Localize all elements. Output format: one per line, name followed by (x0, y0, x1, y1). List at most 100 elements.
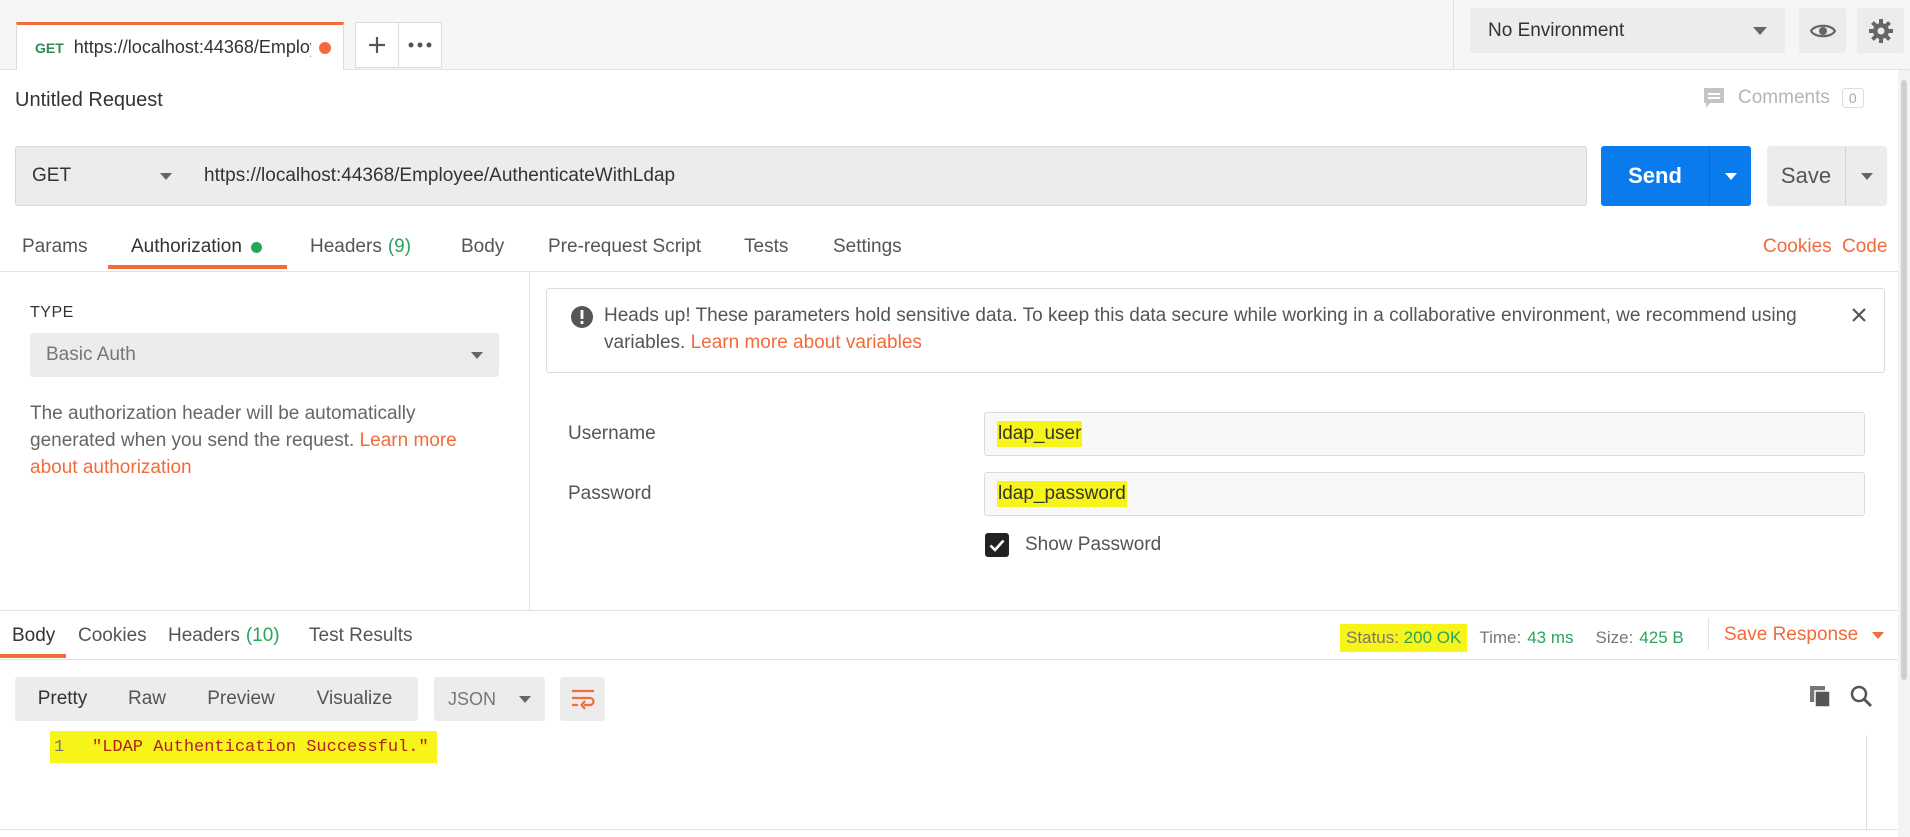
ellipsis-icon (408, 42, 432, 48)
save-label: Save (1780, 163, 1832, 188)
caret-down-icon (160, 172, 172, 180)
request-name[interactable]: Untitled Request (15, 89, 163, 112)
send-options-button[interactable] (1709, 146, 1751, 206)
response-meta: Status: 200 OK Time: 43 ms Size: 425 B (1340, 624, 1684, 652)
format-pretty-button[interactable]: Pretty (15, 677, 110, 721)
password-input[interactable]: ldap_password (984, 472, 1865, 516)
method-value: GET (32, 165, 72, 186)
language-select[interactable]: JSON (434, 677, 545, 721)
environment-quick-look-button[interactable] (1799, 8, 1846, 53)
language-value: JSON (448, 688, 497, 709)
password-value: ldap_password (997, 481, 1127, 507)
status-badge: Status: 200 OK (1340, 624, 1468, 652)
save-response-button[interactable]: Save Response (1724, 624, 1885, 646)
caret-down-icon (1860, 172, 1873, 180)
new-tab-button[interactable] (355, 22, 399, 68)
auth-description-text: The authorization header will be automat… (30, 403, 416, 451)
caret-down-icon (519, 695, 531, 703)
send-label: Send (1628, 163, 1682, 188)
tab-label: Authorization (131, 236, 242, 257)
divider (0, 829, 1898, 830)
copy-icon (1810, 686, 1831, 708)
size-label: Size: (1595, 628, 1634, 647)
checkmark-icon (989, 539, 1005, 552)
auth-type-select[interactable]: Basic Auth (30, 333, 499, 377)
tab-settings[interactable]: Settings (833, 222, 902, 272)
code-scroll-track[interactable] (1866, 735, 1867, 831)
environment-settings-button[interactable] (1857, 8, 1904, 53)
page-scrollbar[interactable] (1898, 70, 1910, 837)
tab-count: (10) (245, 625, 280, 646)
caret-down-icon (471, 351, 483, 359)
tab-pre-request-script[interactable]: Pre-request Script (548, 222, 701, 272)
comments-label: Comments (1738, 87, 1830, 108)
response-format-group: Pretty Raw Preview Visualize (15, 677, 418, 721)
code-link[interactable]: Code (1842, 222, 1887, 272)
comments-count: 0 (1841, 88, 1864, 108)
close-icon (1852, 308, 1866, 322)
format-visualize-button[interactable]: Visualize (298, 677, 411, 721)
size-value[interactable]: 425 B (1639, 628, 1683, 648)
tab-label: Headers (168, 625, 240, 646)
format-preview-button[interactable]: Preview (184, 677, 298, 721)
active-tab-indicator (108, 265, 287, 269)
learn-more-variables-link[interactable]: Learn more about variables (691, 332, 922, 353)
tab-title: https://localhost:44368/Employ... (73, 37, 311, 57)
auth-type-label: TYPE (30, 304, 74, 321)
copy-button[interactable] (1808, 684, 1832, 708)
tab-tests[interactable]: Tests (744, 222, 788, 272)
send-button[interactable]: Send (1601, 146, 1751, 206)
method-select[interactable]: GET (15, 146, 189, 206)
tab-label: Cookies (78, 625, 147, 646)
username-label: Username (568, 423, 656, 444)
wrap-lines-button[interactable] (560, 677, 605, 721)
tab-label: Settings (833, 236, 902, 257)
search-button[interactable] (1849, 684, 1873, 708)
time-label: Time: (1479, 628, 1522, 647)
cookies-link[interactable]: Cookies (1763, 222, 1832, 272)
tab-body[interactable]: Body (461, 222, 504, 272)
auth-type-value: Basic Auth (46, 344, 136, 365)
scrollbar-thumb[interactable] (1901, 80, 1907, 680)
code-line: 1 "LDAP Authentication Successful." (50, 731, 437, 763)
tab-label: Tests (744, 236, 789, 257)
show-password-label[interactable]: Show Password (1025, 534, 1161, 556)
more-tabs-button[interactable] (398, 22, 442, 68)
format-raw-button[interactable]: Raw (110, 677, 184, 721)
tab-label: Body (12, 625, 56, 646)
caret-down-icon (1872, 631, 1885, 639)
tab-params[interactable]: Params (22, 222, 87, 272)
time-value[interactable]: 43 ms (1527, 628, 1573, 648)
close-alert-button[interactable] (1851, 307, 1867, 323)
tab-label: Headers (310, 236, 382, 257)
caret-down-icon (1724, 172, 1737, 180)
save-options-button[interactable] (1845, 146, 1887, 206)
comments-button[interactable]: Comments 0 (1702, 86, 1864, 110)
status-value: 200 OK (1403, 628, 1462, 647)
divider (1708, 618, 1709, 650)
line-number: 1 (54, 737, 65, 757)
gear-icon (1868, 18, 1893, 43)
save-button[interactable]: Save (1767, 146, 1887, 206)
plus-icon (369, 37, 385, 53)
request-tab[interactable]: GET https://localhost:44368/Employ... (16, 22, 344, 70)
response-tab-cookies[interactable]: Cookies (78, 611, 147, 661)
username-input[interactable]: ldap_user (984, 412, 1865, 456)
auth-description: The authorization header will be automat… (30, 400, 470, 481)
environment-label: No Environment (1488, 19, 1625, 41)
response-tab-headers[interactable]: Headers (10) (168, 611, 280, 661)
eye-icon (1809, 24, 1836, 37)
tab-count: (9) (387, 236, 412, 257)
caret-down-icon (1753, 26, 1767, 35)
tab-label: Params (22, 236, 88, 257)
show-password-checkbox[interactable] (985, 533, 1009, 557)
username-value: ldap_user (997, 421, 1083, 447)
url-input[interactable]: https://localhost:44368/Employee/Authent… (188, 146, 1587, 206)
tab-label: Test Results (309, 625, 413, 646)
search-icon (1850, 685, 1872, 707)
alert-message: Heads up! These parameters hold sensitiv… (604, 302, 1814, 356)
tab-label: Pre-request Script (548, 236, 702, 257)
response-tab-test-results[interactable]: Test Results (309, 611, 412, 661)
environment-select[interactable]: No Environment (1470, 8, 1785, 53)
tab-headers[interactable]: Headers (9) (310, 222, 411, 272)
